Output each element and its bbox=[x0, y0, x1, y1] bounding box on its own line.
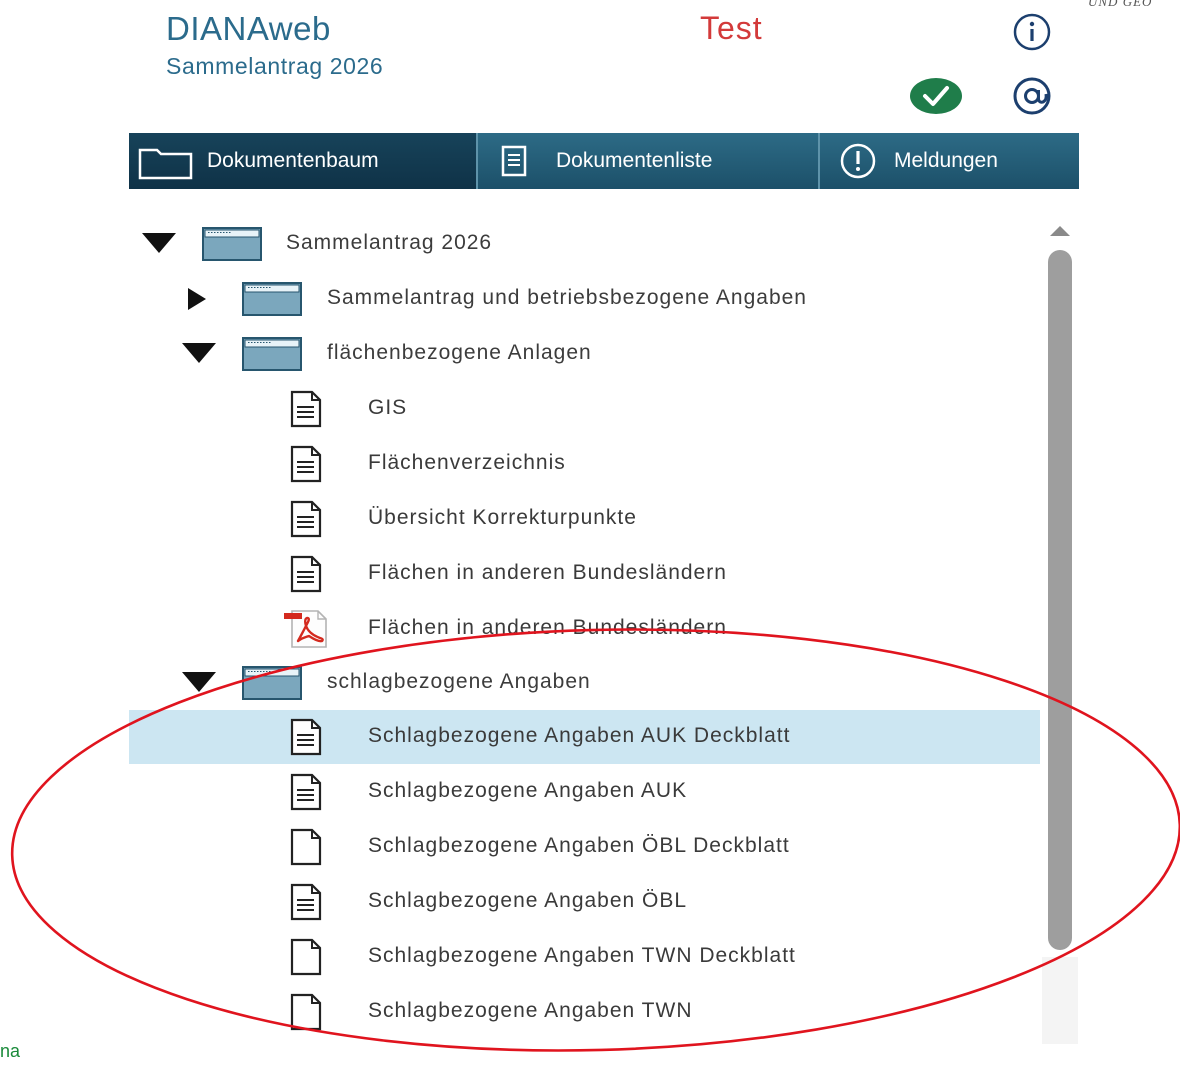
document-filled-icon bbox=[290, 718, 322, 756]
app-title: DIANAweb bbox=[166, 10, 331, 47]
tree-node-root[interactable]: Sammelantrag 2026 bbox=[129, 217, 1040, 271]
tree-node-section[interactable]: flächenbezogene Anlagen bbox=[129, 327, 1040, 381]
expand-arrow-icon[interactable] bbox=[188, 288, 206, 310]
tree-document-label: Schlagbezogene Angaben ÖBL bbox=[368, 889, 688, 912]
document-empty-icon bbox=[290, 938, 322, 976]
tree-document-label: Schlagbezogene Angaben TWN bbox=[368, 999, 693, 1022]
tab-label: Dokumentenliste bbox=[556, 149, 713, 172]
info-icon[interactable] bbox=[1004, 12, 1060, 52]
document-filled-icon bbox=[290, 500, 322, 538]
tree-document-label: Schlagbezogene Angaben TWN Deckblatt bbox=[368, 944, 796, 967]
tree-document-item[interactable]: Flächen in anderen Bundesländern bbox=[129, 602, 1040, 656]
document-filled-icon bbox=[290, 445, 322, 483]
scrollbar-thumb[interactable] bbox=[1048, 250, 1072, 950]
folder-icon bbox=[138, 148, 193, 180]
exclamation-circle-icon bbox=[840, 143, 876, 179]
document-tree: Sammelantrag 2026 Sammelantrag und betri… bbox=[129, 215, 1040, 1045]
document-filled-icon bbox=[290, 883, 322, 921]
folder-icon bbox=[202, 227, 262, 261]
corner-text-fragment: UND GEO bbox=[1088, 0, 1153, 9]
tree-node-label: Sammelantrag 2026 bbox=[286, 231, 493, 254]
tree-document-item[interactable]: GIS bbox=[129, 382, 1040, 436]
scroll-up-arrow-icon[interactable] bbox=[1050, 226, 1070, 236]
document-list-icon bbox=[501, 145, 527, 177]
tab-label: Meldungen bbox=[894, 149, 998, 172]
tree-document-label: Flächenverzeichnis bbox=[368, 451, 566, 474]
tree-node-label: flächenbezogene Anlagen bbox=[327, 341, 592, 364]
tab-bar: Dokumentenbaum Dokumentenliste Meldungen bbox=[129, 133, 1079, 189]
collapse-arrow-icon[interactable] bbox=[182, 343, 216, 363]
tree-document-label: Schlagbezogene Angaben AUK bbox=[368, 779, 688, 802]
check-circle-icon bbox=[908, 76, 964, 116]
tree-document-item[interactable]: Schlagbezogene Angaben ÖBL Deckblatt bbox=[129, 820, 1040, 874]
tree-document-label: GIS bbox=[368, 396, 408, 419]
tree-node-section[interactable]: Sammelantrag und betriebsbezogene Angabe… bbox=[129, 272, 1040, 326]
document-empty-icon bbox=[290, 828, 322, 866]
document-empty-icon bbox=[290, 993, 322, 1031]
tree-node-section[interactable]: schlagbezogene Angaben bbox=[129, 656, 1040, 710]
at-sign-icon[interactable] bbox=[1003, 76, 1061, 116]
tab-label: Dokumentenbaum bbox=[207, 149, 379, 172]
tab-dokumentenbaum[interactable]: Dokumentenbaum bbox=[129, 133, 478, 189]
tree-document-item-selected[interactable]: Schlagbezogene Angaben AUK Deckblatt bbox=[129, 710, 1040, 764]
tree-document-label: Übersicht Korrekturpunkte bbox=[368, 506, 637, 529]
tree-document-item[interactable]: Übersicht Korrekturpunkte bbox=[129, 492, 1040, 546]
environment-label: Test bbox=[700, 10, 763, 46]
vertical-scrollbar[interactable] bbox=[1042, 222, 1078, 1044]
tree-document-label: Flächen in anderen Bundesländern bbox=[368, 561, 727, 584]
folder-icon bbox=[242, 666, 302, 700]
tree-node-label: schlagbezogene Angaben bbox=[327, 670, 591, 693]
collapse-arrow-icon[interactable] bbox=[142, 233, 176, 253]
tree-document-item[interactable]: Schlagbezogene Angaben TWN bbox=[129, 985, 1040, 1039]
collapse-arrow-icon[interactable] bbox=[182, 672, 216, 692]
pdf-icon bbox=[284, 610, 327, 648]
footer-text-fragment: na bbox=[0, 1041, 21, 1061]
tree-node-label: Sammelantrag und betriebsbezogene Angabe… bbox=[327, 286, 807, 309]
tree-document-label: Schlagbezogene Angaben ÖBL Deckblatt bbox=[368, 834, 790, 857]
application-subtitle: Sammelantrag 2026 bbox=[166, 53, 384, 79]
tree-document-label: Flächen in anderen Bundesländern bbox=[368, 616, 727, 639]
tree-document-item[interactable]: Flächen in anderen Bundesländern bbox=[129, 547, 1040, 601]
folder-icon bbox=[242, 282, 302, 316]
document-filled-icon bbox=[290, 773, 322, 811]
tab-meldungen[interactable]: Meldungen bbox=[820, 133, 1079, 189]
tree-document-item[interactable]: Schlagbezogene Angaben AUK bbox=[129, 765, 1040, 819]
tab-dokumentenliste[interactable]: Dokumentenliste bbox=[478, 133, 820, 189]
tree-document-label: Schlagbezogene Angaben AUK Deckblatt bbox=[368, 724, 791, 747]
tree-document-item[interactable]: Schlagbezogene Angaben ÖBL bbox=[129, 875, 1040, 929]
scrollbar-track[interactable] bbox=[1042, 957, 1078, 1044]
tree-document-item[interactable]: Flächenverzeichnis bbox=[129, 437, 1040, 491]
document-filled-icon bbox=[290, 555, 322, 593]
folder-icon bbox=[242, 337, 302, 371]
tree-document-item[interactable]: Schlagbezogene Angaben TWN Deckblatt bbox=[129, 930, 1040, 984]
document-filled-icon bbox=[290, 390, 322, 428]
